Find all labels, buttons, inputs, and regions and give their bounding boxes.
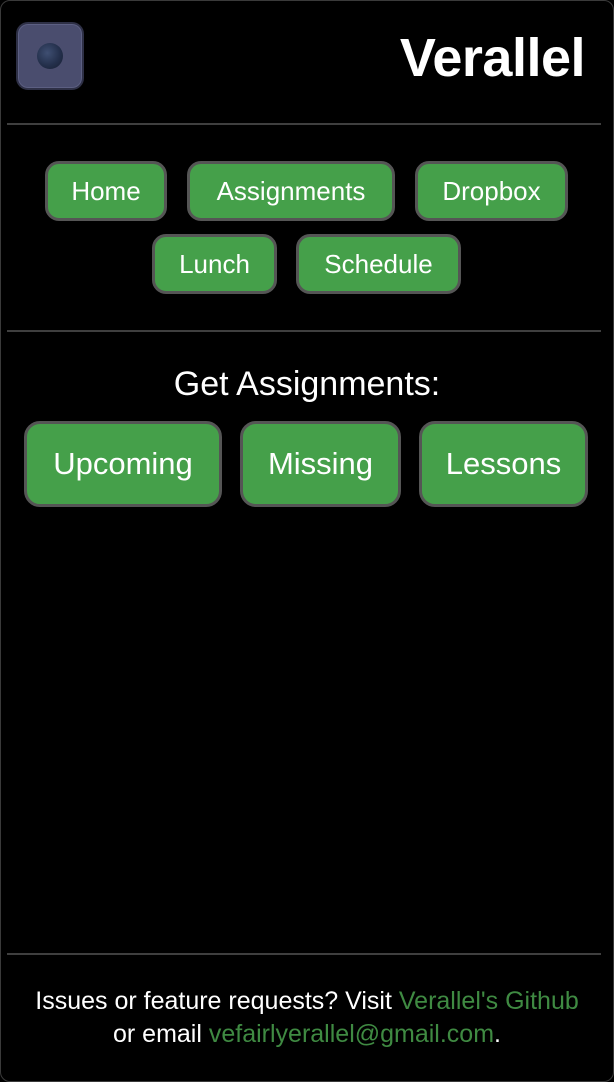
app-title: Verallel [399, 28, 586, 88]
email-link[interactable]: vefairlyerallel@gmail.com [209, 1020, 494, 1048]
footer-text-end: . [494, 1020, 501, 1048]
nav-assignments-button[interactable]: Assignments [187, 161, 395, 221]
footer-text-middle: or email [112, 1020, 209, 1048]
header: Verallel [1, 1, 613, 123]
nav-schedule-button[interactable]: Schedule [296, 234, 461, 294]
divider-bottom [7, 953, 601, 955]
nav-lunch-button[interactable]: Lunch [152, 234, 277, 294]
divider-middle [7, 330, 601, 332]
footer-text-intro: Issues or feature requests? Visit [35, 987, 399, 1015]
assignments-heading: Get Assignments: [173, 365, 441, 403]
app-frame: Verallel Home Assignments Dropbox Lunch … [0, 0, 614, 1082]
upcoming-button[interactable]: Upcoming [24, 421, 222, 507]
missing-button[interactable]: Missing [240, 421, 401, 507]
avatar-icon [37, 43, 63, 69]
footer: Issues or feature requests? Visit Verall… [31, 985, 583, 1051]
profile-button[interactable] [16, 22, 84, 90]
github-link[interactable]: Verallel's Github [399, 987, 579, 1015]
nav-dropbox-button[interactable]: Dropbox [415, 161, 568, 221]
lessons-button[interactable]: Lessons [419, 421, 588, 507]
nav-menu: Home Assignments Dropbox Lunch Schedule [1, 125, 613, 331]
nav-home-button[interactable]: Home [45, 161, 167, 221]
